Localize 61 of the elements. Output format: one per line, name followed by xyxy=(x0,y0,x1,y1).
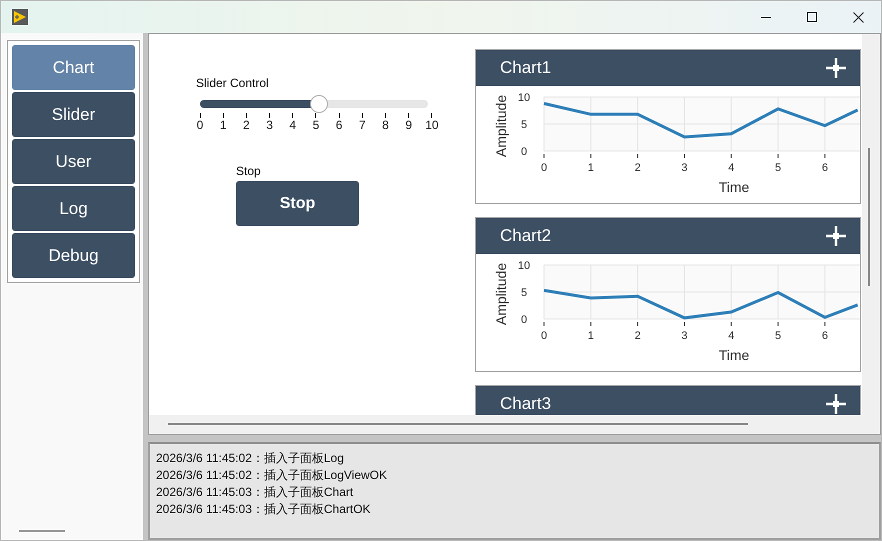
y-tick-label: 0 xyxy=(520,146,528,158)
maximize-icon[interactable] xyxy=(807,12,817,22)
nav-button[interactable]: Chart xyxy=(12,45,135,90)
nav-button[interactable]: Slider xyxy=(12,92,135,137)
scrollbar-thumb[interactable] xyxy=(868,148,870,286)
tick-label: 5 xyxy=(312,118,320,132)
x-tick-label: 2 xyxy=(634,162,641,174)
tick-label: 4 xyxy=(289,118,296,132)
x-tick-label: 4 xyxy=(728,162,734,174)
y-tick-label: 10 xyxy=(518,92,530,104)
log-line: 2026/3/6 11:45:02：插入子面板Log xyxy=(156,450,344,467)
x-tick-label: 6 xyxy=(822,330,828,342)
stop-label: Stop xyxy=(236,164,262,178)
x-tick-label: 5 xyxy=(775,162,782,174)
tick-label: 2 xyxy=(243,118,250,132)
chart-title: Chart3 xyxy=(500,394,552,414)
log-line: 2026/3/6 11:45:02：插入子面板LogViewOK xyxy=(156,467,388,484)
y-tick-label: 5 xyxy=(520,287,528,299)
slider-thumb[interactable] xyxy=(310,95,328,113)
tick-label: 0 xyxy=(196,118,204,132)
y-tick-label: 10 xyxy=(518,260,530,272)
x-tick-label: 1 xyxy=(588,162,594,174)
close-icon[interactable] xyxy=(852,12,864,22)
slider-track[interactable] xyxy=(200,100,428,108)
x-tick-label: 5 xyxy=(775,330,782,342)
scrollbar-thumb[interactable] xyxy=(168,423,748,425)
stop-button[interactable]: Stop xyxy=(236,181,359,226)
log-line: 2026/3/6 11:45:03：插入子面板Chart xyxy=(156,484,354,501)
log-line: 2026/3/6 11:45:03：插入子面板ChartOK xyxy=(156,501,371,518)
y-axis-title: Amplitude xyxy=(493,94,509,158)
chart-title: Chart2 xyxy=(500,226,552,246)
tick-label: 10 xyxy=(425,118,439,132)
y-axis-title: Amplitude xyxy=(493,262,509,326)
x-axis-title: Time xyxy=(718,179,750,195)
x-axis-title: Time xyxy=(718,347,750,363)
plus-icon[interactable] xyxy=(826,58,846,78)
x-tick-label: 0 xyxy=(540,162,548,174)
nav-button[interactable]: Debug xyxy=(12,233,135,278)
x-tick-label: 6 xyxy=(822,162,828,174)
tick-label: 7 xyxy=(358,118,366,132)
x-tick-label: 1 xyxy=(588,330,594,342)
minimize-icon[interactable] xyxy=(761,16,771,18)
x-tick-label: 4 xyxy=(728,330,734,342)
chart-title: Chart1 xyxy=(500,58,552,78)
y-tick-label: 0 xyxy=(520,314,528,326)
plus-icon[interactable] xyxy=(826,394,846,414)
tick-label: 3 xyxy=(266,118,273,132)
x-tick-label: 2 xyxy=(634,330,641,342)
nav-button[interactable]: Log xyxy=(12,186,135,231)
tick-label: 1 xyxy=(220,118,227,132)
app-icon xyxy=(12,9,28,25)
x-tick-label: 3 xyxy=(681,162,688,174)
nav-button[interactable]: User xyxy=(12,139,135,184)
tick-label: 8 xyxy=(382,118,389,132)
x-tick-label: 0 xyxy=(540,330,548,342)
slider-label: Slider Control xyxy=(196,76,270,90)
plus-icon[interactable] xyxy=(826,226,846,246)
y-tick-label: 5 xyxy=(520,119,528,131)
tick-label: 9 xyxy=(405,118,412,132)
tick-label: 6 xyxy=(336,118,342,132)
x-tick-label: 3 xyxy=(681,330,688,342)
